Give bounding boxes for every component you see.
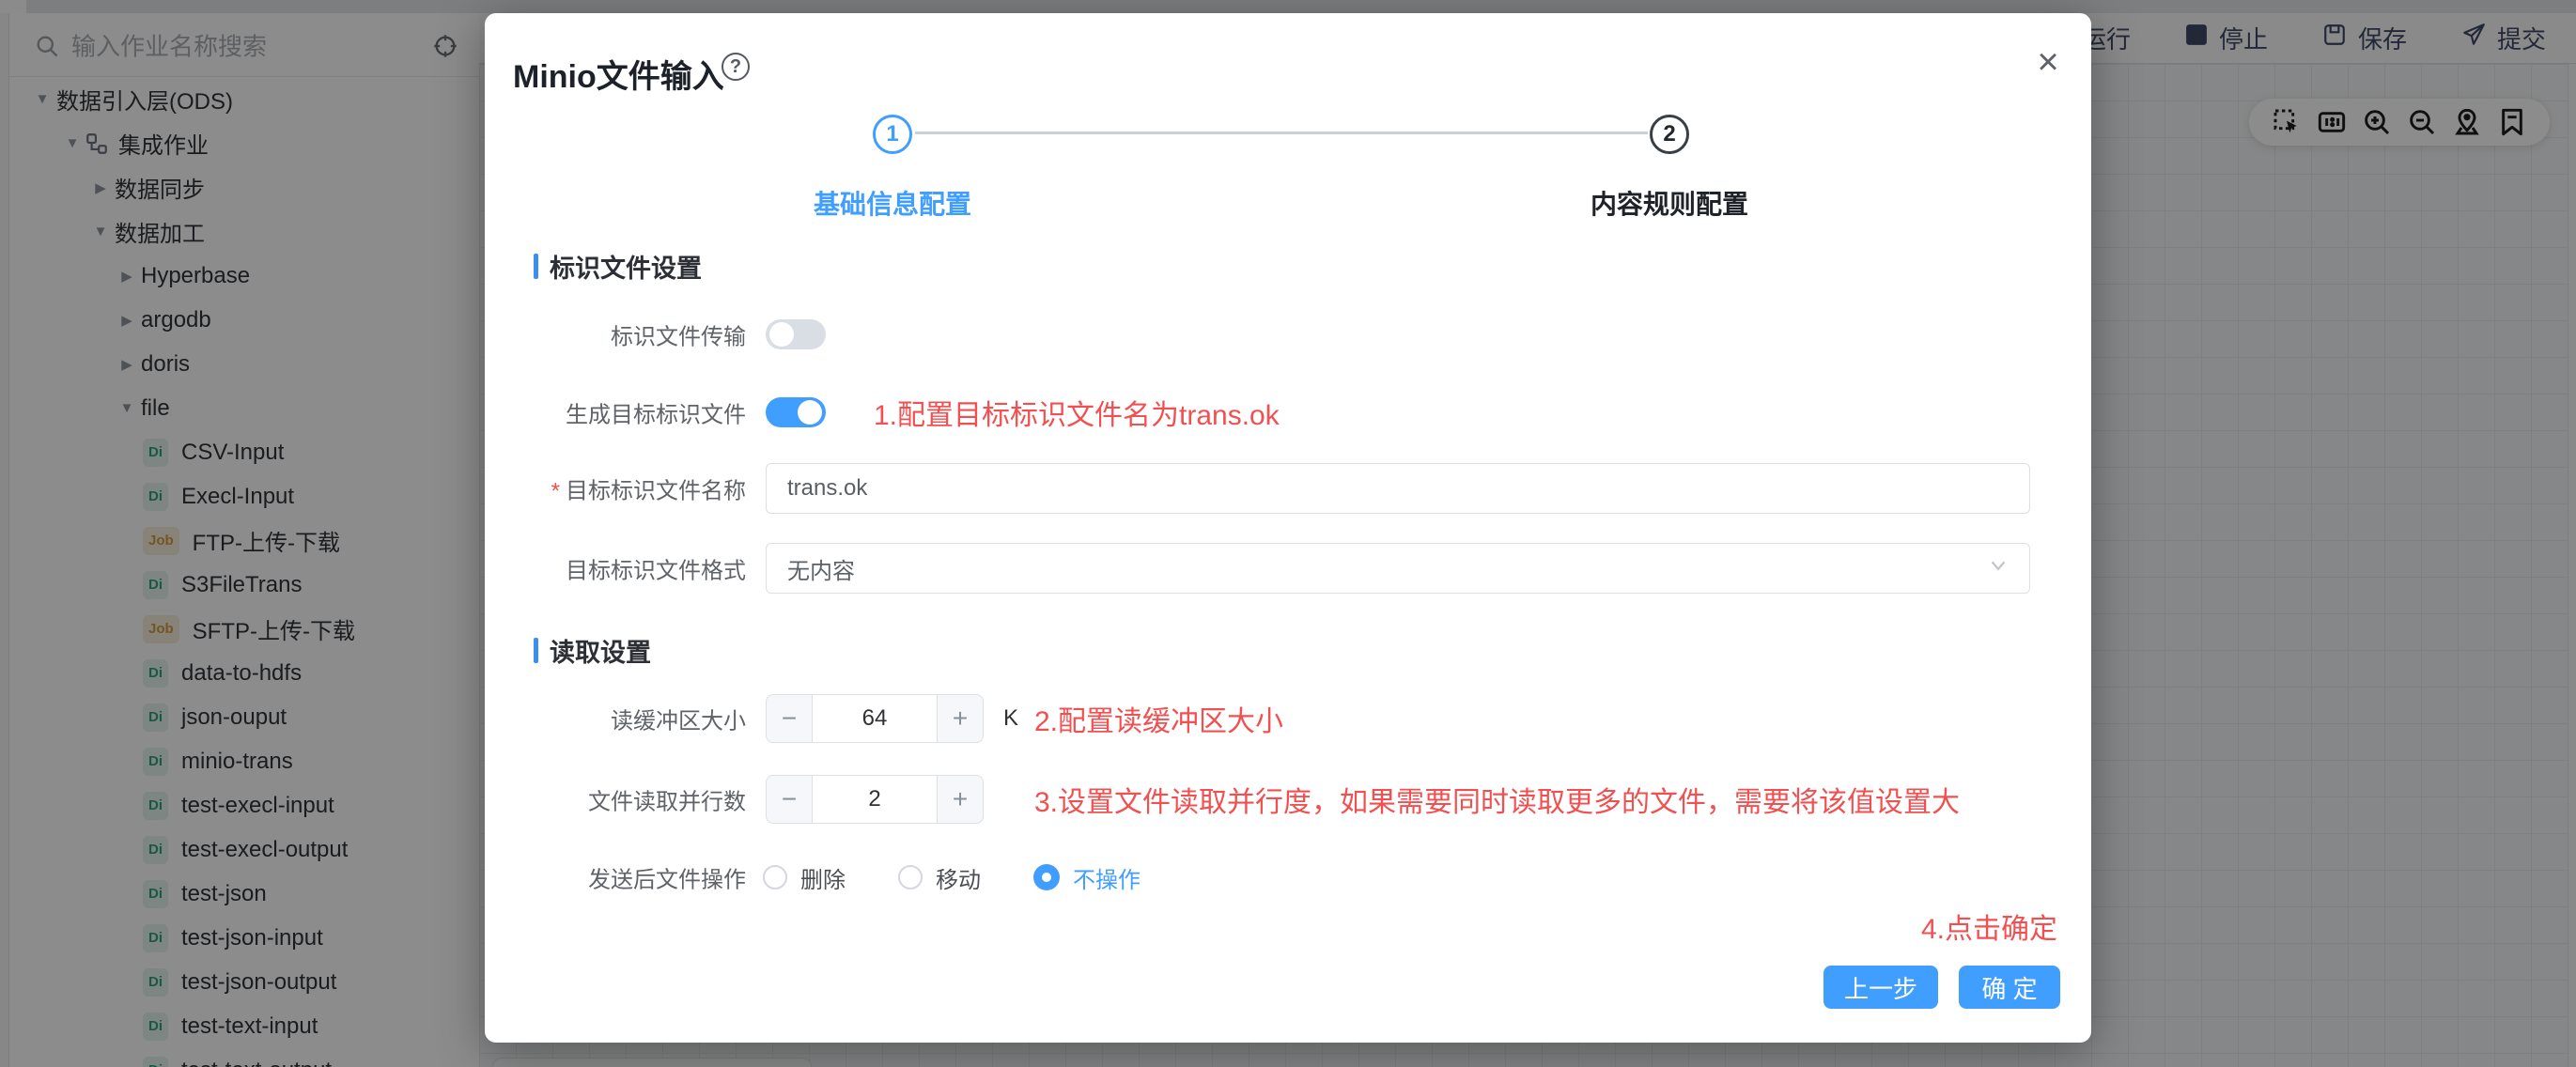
row-flag-transfer: 标识文件传输 [485,308,2091,361]
radio-label: 移动 [936,861,981,894]
target-flag-name-input[interactable]: trans.ok [766,463,2030,514]
radio-circle-icon [1033,864,1060,890]
section-bar [534,638,538,663]
radio-option[interactable]: 移动 [898,861,981,894]
confirm-button[interactable]: 确 定 [1959,966,2060,1009]
radio-circle-icon [898,865,923,889]
annotation-3: 3.设置文件读取并行度，如果需要同时读取更多的文件，需要将该值设置大 [1034,779,1960,820]
row-gen-target-flag: 生成目标标识文件 1.配置目标标识文件名为trans.ok [485,386,2091,439]
row-target-flag-format: 目标标识文件格式 无内容 [485,543,2091,594]
close-icon[interactable]: × [2027,41,2069,83]
section-read-settings: 读取设置 [534,632,651,669]
flag-transfer-switch[interactable] [766,319,826,349]
unit-label: K [1003,705,1018,732]
section-bar [534,254,538,279]
step-1-circle: 1 [873,115,912,154]
step-2-label[interactable]: 内容规则配置 [1591,184,1748,222]
dialog-title: Minio文件输入 [513,51,724,97]
minio-input-dialog: Minio文件输入 ? × 1 2 基础信息配置 内容规则配置 标识文件设置 标… [485,13,2091,1043]
section-flag-file-settings: 标识文件设置 [534,248,702,285]
decrease-button[interactable]: − [767,776,812,823]
radio-label: 不操作 [1073,861,1141,894]
annotation-1: 1.配置目标标识文件名为trans.ok [874,392,1280,433]
increase-button[interactable]: + [938,695,983,742]
decrease-button[interactable]: − [767,695,812,742]
annotation-4: 4.点击确定 [1921,905,2057,947]
read-buffer-size-value[interactable]: 64 [812,695,938,742]
radio-option[interactable]: 不操作 [1033,861,1141,894]
help-icon[interactable]: ? [722,53,750,81]
chevron-down-icon [1986,553,2010,584]
file-read-parallel-stepper: − 2 + [766,775,984,824]
increase-button[interactable]: + [938,776,983,823]
target-flag-format-select[interactable]: 无内容 [766,543,2030,594]
row-file-read-parallel: 文件读取并行数 − 2 + 3.设置文件读取并行度，如果需要同时读取更多的文件，… [485,775,2091,824]
target-flag-name-label: *目标标识文件名称 [551,472,746,505]
radio-option[interactable]: 删除 [763,861,846,894]
step-connector [915,131,1648,134]
step-1-label[interactable]: 基础信息配置 [814,184,971,222]
target-flag-format-label: 目标标识文件格式 [566,552,746,585]
post-send-action-group: 删除 移动 不操作 [763,851,1141,904]
row-read-buffer-size: 读缓冲区大小 − 64 + K 2.配置读缓冲区大小 [485,694,2091,743]
read-buffer-size-stepper: − 64 + [766,694,984,743]
flag-transfer-label: 标识文件传输 [611,318,746,351]
radio-circle-icon [763,865,787,889]
step-2-circle: 2 [1650,115,1689,154]
radio-label: 删除 [800,861,846,894]
read-buffer-size-label: 读缓冲区大小 [611,703,746,735]
row-post-send-action: 发送后文件操作 删除 移动 不操作 [485,851,2091,904]
annotation-2: 2.配置读缓冲区大小 [1034,698,1283,739]
gen-target-flag-label: 生成目标标识文件 [566,396,746,429]
file-read-parallel-label: 文件读取并行数 [588,783,746,816]
post-send-action-label: 发送后文件操作 [588,861,746,894]
previous-step-button[interactable]: 上一步 [1823,966,1938,1009]
required-asterisk: * [551,479,560,504]
app-root: 输入作业名称搜索 ▼数据引入层(ODS)▼集成作业▶数据同步▼数据加工▶Hype… [0,0,2576,1067]
row-target-flag-name: *目标标识文件名称 trans.ok [485,463,2091,514]
gen-target-flag-switch[interactable] [766,397,826,427]
file-read-parallel-value[interactable]: 2 [812,776,938,823]
